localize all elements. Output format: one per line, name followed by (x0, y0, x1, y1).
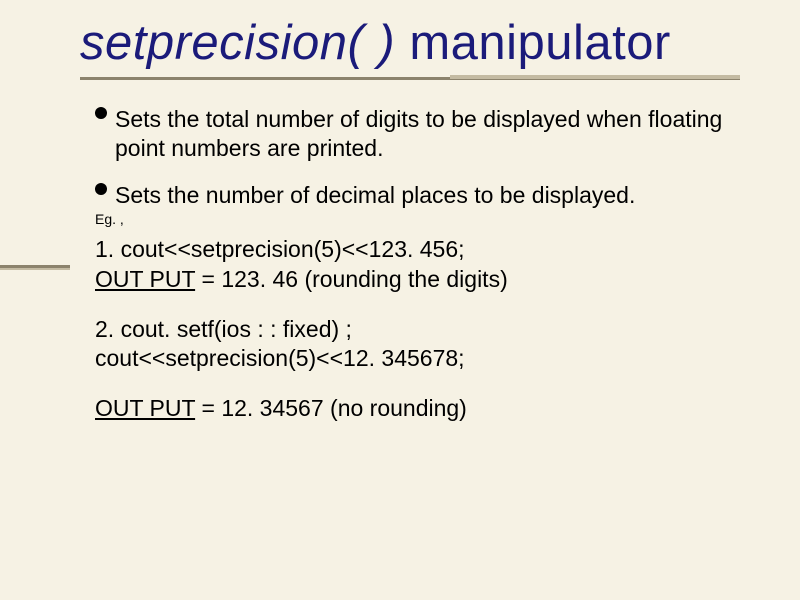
bullet-item: Sets the total number of digits to be di… (95, 105, 740, 163)
output-label: OUT PUT (95, 266, 195, 292)
bullet-text: Sets the number of decimal places to be … (115, 182, 635, 208)
bullet-dot-icon (95, 183, 107, 195)
left-accent-bar (0, 265, 70, 268)
example-block: 2. cout. setf(ios : : fixed) ; cout<<set… (95, 315, 740, 375)
bullet-dot-icon (95, 107, 107, 119)
title-rest: manipulator (395, 16, 671, 70)
code-line: 2. cout. setf(ios : : fixed) ; (95, 315, 740, 345)
example-label: Eg. , (95, 211, 740, 229)
output-block: OUT PUT = 12. 34567 (no rounding) (95, 394, 740, 424)
title-underline (80, 77, 740, 80)
bullet-text: Sets the total number of digits to be di… (115, 106, 722, 161)
content-area: Sets the total number of digits to be di… (95, 105, 740, 424)
bullet-item: Sets the number of decimal places to be … (95, 181, 740, 210)
output-line: OUT PUT = 123. 46 (rounding the digits) (95, 265, 740, 295)
title-italic: setprecision( ) (80, 16, 395, 70)
example-block: 1. cout<<setprecision(5)<<123. 456; OUT … (95, 235, 740, 295)
output-value: = 123. 46 (rounding the digits) (195, 266, 508, 292)
output-label: OUT PUT (95, 395, 195, 421)
slide: setprecision( ) manipulator Sets the tot… (0, 0, 800, 600)
output-value: = 12. 34567 (no rounding) (195, 395, 467, 421)
slide-title: setprecision( ) manipulator (80, 15, 740, 71)
code-line: cout<<setprecision(5)<<12. 345678; (95, 344, 740, 374)
title-block: setprecision( ) manipulator (80, 15, 740, 80)
code-line: 1. cout<<setprecision(5)<<123. 456; (95, 235, 740, 265)
